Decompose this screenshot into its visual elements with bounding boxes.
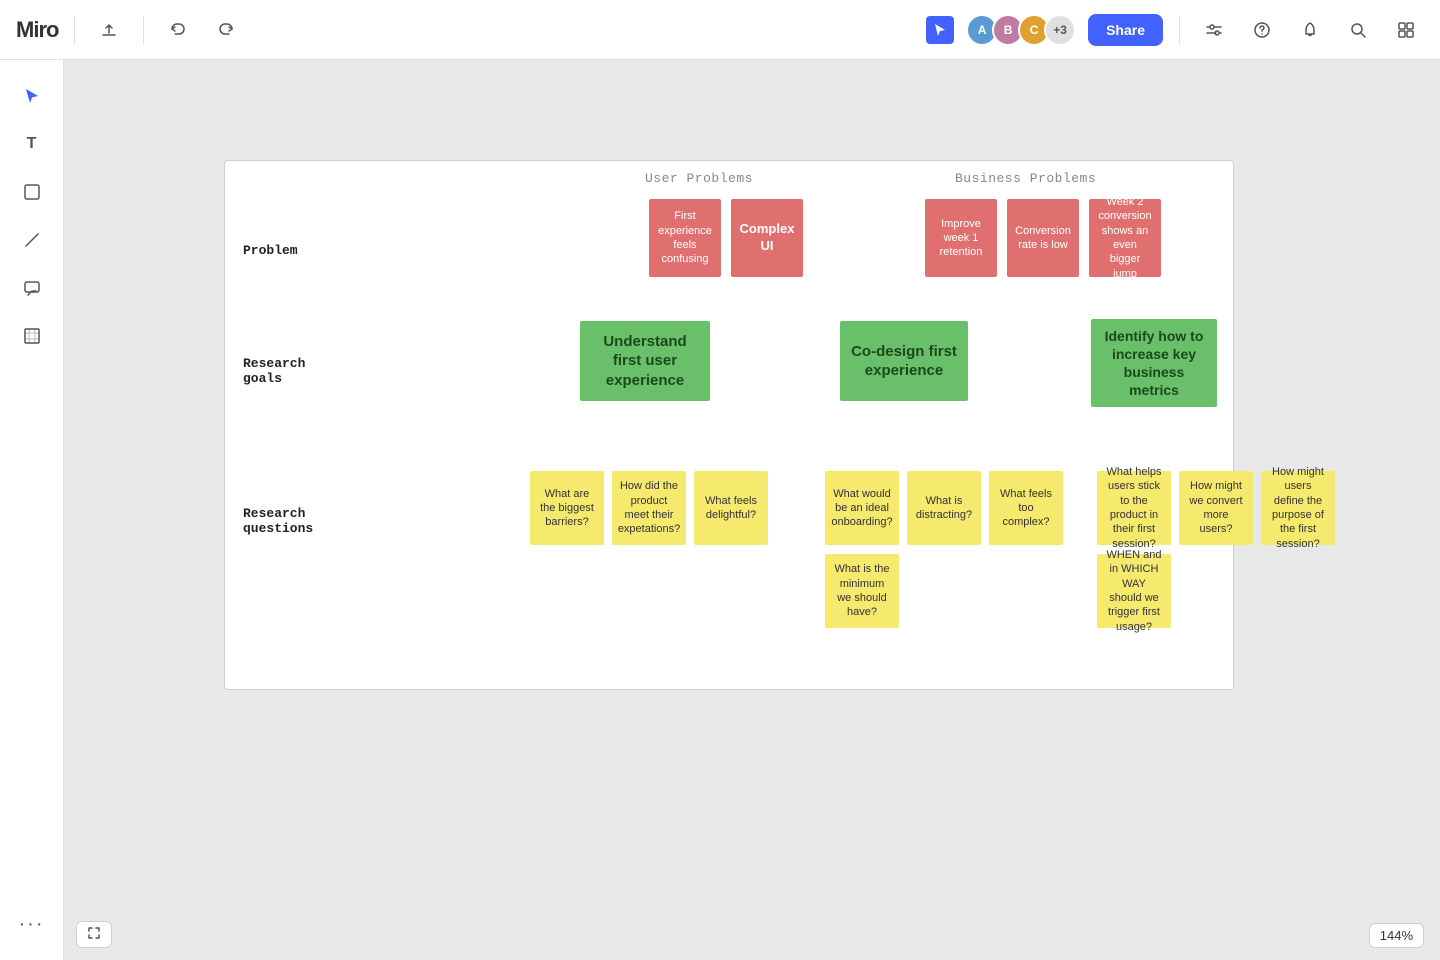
sticky-feels-delightful[interactable]: What feels delightful? <box>694 471 768 545</box>
research-questions-label: Research questions <box>243 506 313 536</box>
whiteboard: User Problems Business Problems Problem … <box>224 160 1234 690</box>
toolbar-divider3 <box>1179 16 1180 44</box>
miro-logo: Miro <box>16 17 58 43</box>
research-goals-label: Research goals <box>243 356 305 386</box>
more-tools[interactable]: ··· <box>12 904 52 944</box>
search-button[interactable] <box>1340 12 1376 48</box>
sticky-define-purpose[interactable]: How might users define the purpose of th… <box>1261 471 1335 545</box>
toolbar-left: Miro <box>16 12 244 48</box>
sticky-too-complex[interactable]: What feels too complex? <box>989 471 1063 545</box>
sticky-understand-ux[interactable]: Understand first user experience <box>580 321 710 401</box>
sticky-when-trigger[interactable]: WHEN and in WHICH WAY should we trigger … <box>1097 554 1171 628</box>
user-problems-header: User Problems <box>645 171 753 186</box>
sticky-conversion-rate[interactable]: Conversion rate is low <box>1007 199 1079 277</box>
sticky-identify-metrics[interactable]: Identify how to increase key business me… <box>1091 319 1217 407</box>
sticky-minimum[interactable]: What is the minimum we should have? <box>825 554 899 628</box>
toolbar-divider <box>74 16 75 44</box>
sticky-distracting[interactable]: What is distracting? <box>907 471 981 545</box>
sticky-convert-users[interactable]: How might we convert more users? <box>1179 471 1253 545</box>
toolbar-right: A B C +3 Share <box>926 12 1424 48</box>
comment-tool[interactable] <box>12 268 52 308</box>
sticky-first-experience[interactable]: First experience feels confusing <box>649 199 721 277</box>
sticky-users-stick[interactable]: What helps users stick to the product in… <box>1097 471 1171 545</box>
redo-button[interactable] <box>208 12 244 48</box>
zoom-indicator: 144% <box>1369 923 1424 948</box>
sticky-week2-conversion[interactable]: Week 2 conversion shows an even bigger j… <box>1089 199 1161 277</box>
sticky-tool[interactable] <box>12 172 52 212</box>
frame-tool[interactable] <box>12 316 52 356</box>
settings-button[interactable] <box>1196 12 1232 48</box>
share-button[interactable]: Share <box>1088 14 1163 46</box>
sticky-product-meet[interactable]: How did the product meet their expetatio… <box>612 471 686 545</box>
avatar-count: +3 <box>1044 14 1076 46</box>
sticky-ideal-onboarding[interactable]: What would be an ideal onboarding? <box>825 471 899 545</box>
board-list-button[interactable] <box>1388 12 1424 48</box>
sticky-improve-retention[interactable]: Improve week 1 retention <box>925 199 997 277</box>
undo-button[interactable] <box>160 12 196 48</box>
line-tool[interactable] <box>12 220 52 260</box>
sticky-complex-ui[interactable]: Complex UI <box>731 199 803 277</box>
cursor-tool[interactable] <box>12 76 52 116</box>
toolbar: Miro A B C +3 Share <box>0 0 1440 60</box>
sticky-biggest-barriers[interactable]: What are the biggest barriers? <box>530 471 604 545</box>
left-sidebar: T ··· <box>0 60 64 960</box>
problem-label: Problem <box>243 243 298 258</box>
text-tool[interactable]: T <box>12 124 52 164</box>
toolbar-divider2 <box>143 16 144 44</box>
expand-button[interactable] <box>76 921 112 948</box>
notifications-button[interactable] <box>1292 12 1328 48</box>
help-button[interactable] <box>1244 12 1280 48</box>
cursor-indicator <box>926 16 954 44</box>
canvas: User Problems Business Problems Problem … <box>64 60 1440 960</box>
upload-button[interactable] <box>91 12 127 48</box>
avatar-group: A B C +3 <box>966 14 1076 46</box>
sticky-codesign[interactable]: Co-design first experience <box>840 321 968 401</box>
business-problems-header: Business Problems <box>955 171 1096 186</box>
